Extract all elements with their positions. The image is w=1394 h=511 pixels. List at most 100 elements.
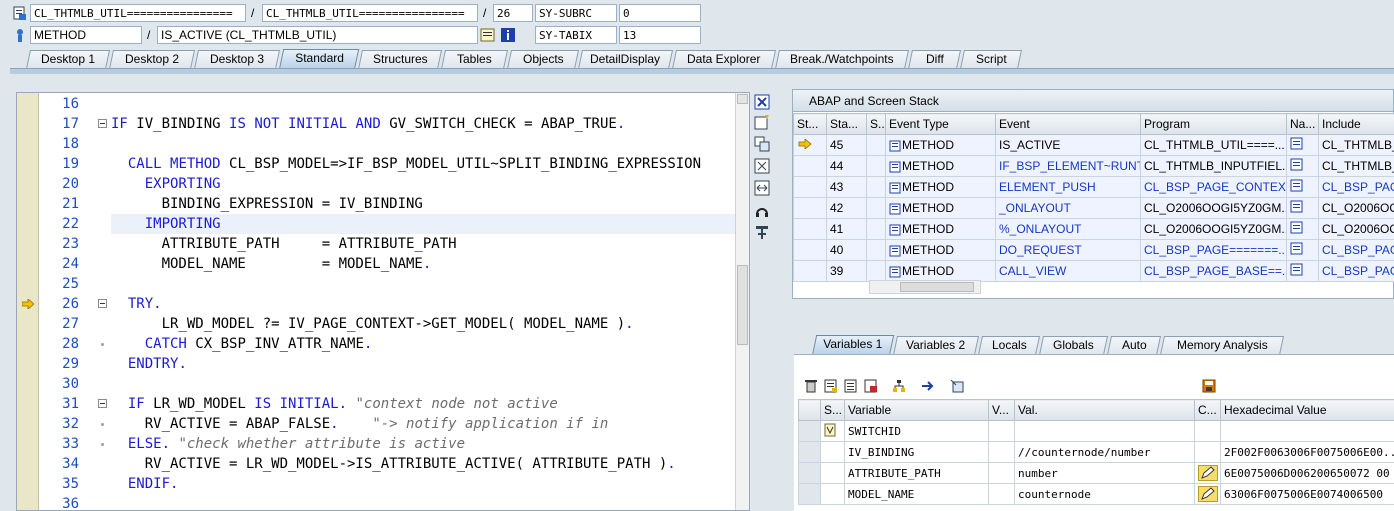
col-header[interactable]: S... (866, 113, 886, 135)
variable-row[interactable]: IV_BINDING //counternode/number 2F002F0063… (798, 441, 1394, 463)
code-line[interactable]: IF IV_BINDING IS NOT INITIAL AND GV_SWIT… (111, 114, 749, 134)
navigate-icon[interactable] (1290, 221, 1304, 234)
code-line[interactable] (111, 134, 749, 154)
code-line[interactable]: TRY. (111, 294, 749, 314)
col-header[interactable]: Event Type (885, 113, 996, 135)
tab-desktop-2[interactable]: Desktop 2 (108, 50, 196, 69)
stack-row[interactable]: 41 METHOD %_ONLAYOUT CL_O2006OOGI5YZ0GM... C… (793, 218, 1394, 240)
navigate-icon[interactable] (480, 27, 496, 43)
tab-objects[interactable]: Objects (506, 50, 580, 69)
tab-memory-analysis[interactable]: Memory Analysis (1159, 336, 1285, 355)
stack-row[interactable]: 45 METHOD IS_ACTIVE CL_THTMLB_UTIL====... CL… (793, 134, 1394, 156)
tab-breakpoints[interactable]: Break./Watchpoints (774, 50, 910, 69)
code-line[interactable]: IMPORTING (111, 214, 749, 234)
code-line[interactable]: ENDIF. (111, 474, 749, 494)
stack-row[interactable]: 39 METHOD CALL_VIEW CL_BSP_PAGE_BASE==... CL… (793, 260, 1394, 282)
code-line[interactable] (111, 274, 749, 294)
code-line[interactable] (111, 94, 749, 114)
variable-row[interactable]: SWITCHID (798, 420, 1394, 442)
save-icon[interactable] (1202, 379, 1216, 393)
code-line[interactable]: CALL METHOD CL_BSP_MODEL=>IF_BSP_MODEL_U… (111, 154, 749, 174)
col-header[interactable]: Na... (1286, 113, 1319, 135)
source-program-field[interactable]: CL_THTMLB_UTIL================ (262, 4, 478, 22)
col-header[interactable]: Val. (1014, 399, 1195, 421)
tool-settings-icon[interactable] (754, 224, 770, 240)
tab-auto[interactable]: Auto (1106, 336, 1162, 355)
code-line[interactable]: ELSE. "check whether attribute is active (111, 434, 749, 454)
code-line[interactable]: ATTRIBUTE_PATH = ATTRIBUTE_PATH (111, 234, 749, 254)
stack-row[interactable]: 40 METHOD DO_REQUEST CL_BSP_PAGE=======... C… (793, 239, 1394, 261)
fold-toggle-icon[interactable] (98, 399, 107, 408)
col-header[interactable]: Hexadecimal Value (1220, 399, 1394, 421)
col-header[interactable]: S... (820, 399, 845, 421)
navigate-icon[interactable] (1290, 158, 1304, 171)
col-header[interactable]: Program (1140, 113, 1287, 135)
stack-row[interactable]: 43 METHOD ELEMENT_PUSH CL_BSP_PAGE_CONTEX..… (793, 176, 1394, 198)
new-tool-icon[interactable] (754, 114, 770, 130)
stack-row[interactable]: 42 METHOD _ONLAYOUT CL_O2006OOGI5YZ0GM... CL… (793, 197, 1394, 219)
code-line[interactable] (111, 494, 749, 510)
tab-desktop-1[interactable]: Desktop 1 (25, 50, 111, 69)
col-header[interactable]: Sta... (826, 113, 867, 135)
navigate-into-icon[interactable] (920, 379, 934, 393)
event-type-field[interactable]: METHOD (30, 26, 142, 44)
hierarchy-icon[interactable] (892, 379, 906, 393)
swap-icon[interactable] (754, 180, 770, 196)
tab-script[interactable]: Script (959, 50, 1023, 69)
tab-variables-1[interactable]: Variables 1 (811, 335, 895, 356)
insert-row-icon[interactable] (824, 379, 838, 393)
tab-globals[interactable]: Globals (1038, 336, 1109, 355)
col-header-selector[interactable] (798, 399, 821, 421)
code-line[interactable]: LR_WD_MODEL ?= IV_PAGE_CONTEXT->GET_MODE… (111, 314, 749, 334)
save-list-icon[interactable] (864, 379, 878, 393)
code-line[interactable]: RV_ACTIVE = ABAP_FALSE. "-> notify appli… (111, 414, 749, 434)
fold-toggle-icon[interactable] (98, 299, 107, 308)
line-number-field[interactable]: 26 (493, 4, 533, 22)
sysvar-value-field[interactable]: 13 (619, 26, 701, 44)
load-list-icon[interactable] (844, 379, 858, 393)
stack-horizontal-scrollbar[interactable] (869, 280, 981, 294)
stack-row[interactable]: 44 METHOD IF_BSP_ELEMENT~RUNT... CL_THTMLB_… (793, 155, 1394, 177)
sysvar-value-field[interactable]: 0 (619, 4, 701, 22)
source-code-editor[interactable]: 16 17 IF IV_BINDING IS NOT INITIAL AND GV_… (16, 92, 750, 511)
code-line[interactable]: BINDING_EXPRESSION = IV_BINDING (111, 194, 749, 214)
edit-pencil-icon[interactable] (1198, 465, 1218, 481)
info-icon[interactable] (500, 27, 516, 43)
event-name-field[interactable]: IS_ACTIVE (CL_THTMLB_UTIL) (157, 26, 478, 44)
navigate-icon[interactable] (1290, 137, 1304, 150)
col-header[interactable]: Variable (844, 399, 989, 421)
fold-toggle-icon[interactable] (98, 119, 107, 128)
delete-icon[interactable] (804, 379, 818, 393)
navigate-icon[interactable] (1290, 179, 1304, 192)
col-header[interactable]: Include (1318, 113, 1394, 135)
code-line[interactable]: RV_ACTIVE = LR_WD_MODEL->IS_ATTRIBUTE_AC… (111, 454, 749, 474)
edit-pencil-icon[interactable] (1198, 486, 1218, 502)
tab-structures[interactable]: Structures (357, 50, 443, 69)
navigate-icon[interactable] (1290, 200, 1304, 213)
tab-variables-2[interactable]: Variables 2 (892, 336, 980, 355)
maximize-icon[interactable] (754, 158, 770, 174)
scroll-thumb[interactable] (900, 282, 974, 292)
col-header[interactable]: Event (995, 113, 1141, 135)
tab-locals[interactable]: Locals (977, 336, 1041, 355)
sysvar-name-field[interactable]: SY-TABIX (535, 26, 617, 44)
tab-desktop-3[interactable]: Desktop 3 (193, 50, 281, 69)
tab-detail-display[interactable]: DetailDisplay (577, 50, 674, 69)
editor-vertical-scrollbar[interactable] (735, 93, 749, 510)
col-header[interactable]: C... (1194, 399, 1221, 421)
code-line[interactable]: MODEL_NAME = MODEL_NAME. (111, 254, 749, 274)
variable-row[interactable]: ATTRIBUTE_PATH number 6E0075006D0062006500… (798, 462, 1394, 484)
code-line[interactable]: ENDTRY. (111, 354, 749, 374)
tab-diff[interactable]: Diff (907, 50, 962, 69)
tab-standard[interactable]: Standard (278, 49, 360, 70)
code-line[interactable]: EXPORTING (111, 174, 749, 194)
replace-tool-icon[interactable] (754, 136, 770, 152)
sysvar-name-field[interactable]: SY-SUBRC (535, 4, 617, 22)
navigate-icon[interactable] (1290, 263, 1304, 276)
close-editor-icon[interactable] (754, 94, 770, 110)
services-icon[interactable] (754, 202, 770, 218)
code-line[interactable]: IF LR_WD_MODEL IS INITIAL. "context node… (111, 394, 749, 414)
code-line[interactable] (111, 374, 749, 394)
col-header[interactable]: St... (793, 113, 827, 135)
code-line[interactable]: CATCH CX_BSP_INV_ATTR_NAME. (111, 334, 749, 354)
